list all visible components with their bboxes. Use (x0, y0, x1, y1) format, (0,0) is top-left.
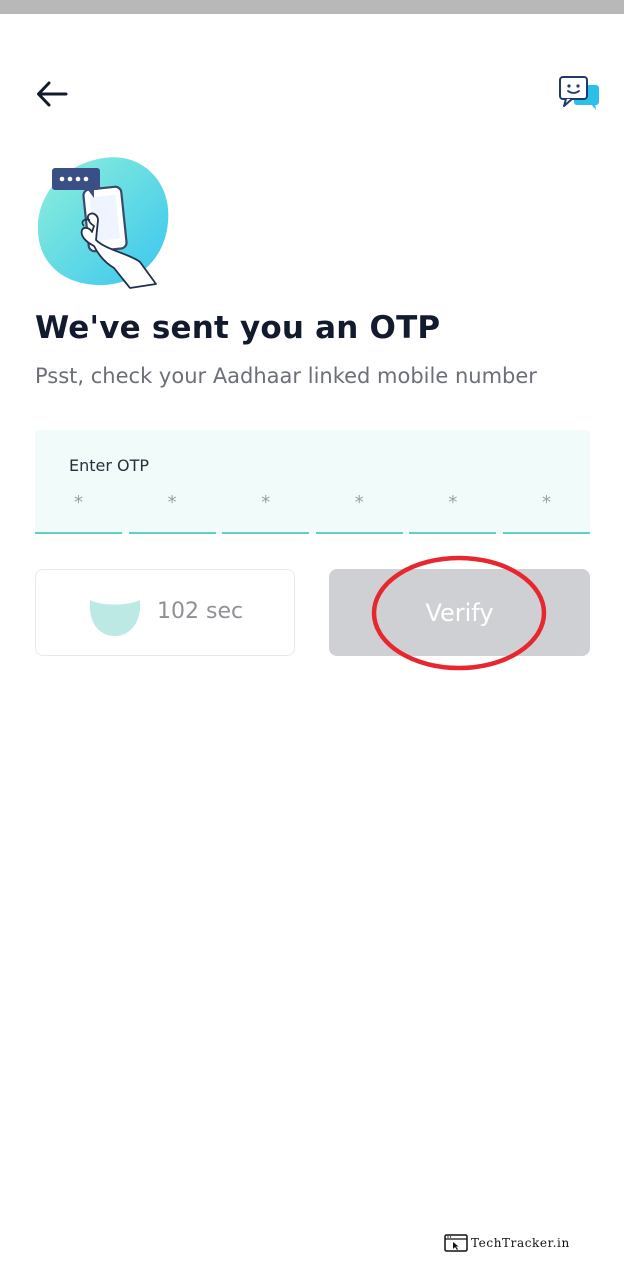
resend-timer: 102 sec (35, 569, 295, 656)
watermark-text: TechTracker.in (471, 1236, 570, 1250)
timer-countdown: 102 sec (157, 599, 244, 624)
otp-label: Enter OTP (69, 456, 150, 475)
otp-digit-5[interactable]: * (409, 488, 497, 534)
otp-digit-1[interactable]: * (35, 488, 122, 534)
otp-digits: * * * * * * (35, 488, 590, 534)
otp-digit-4[interactable]: * (315, 488, 403, 534)
arrow-left-icon (37, 81, 68, 107)
page-title: We've sent you an OTP (35, 310, 441, 346)
timer-progress-icon (89, 600, 141, 636)
browser-cursor-icon (444, 1234, 468, 1252)
status-bar (0, 0, 624, 14)
otp-digit-2[interactable]: * (128, 488, 216, 534)
otp-input-group[interactable]: Enter OTP * * * * * * (35, 430, 590, 534)
chat-support-button[interactable] (554, 72, 606, 116)
phone-otp-illustration (37, 157, 169, 289)
watermark: TechTracker.in (444, 1234, 570, 1252)
chat-support-icon (559, 76, 599, 110)
back-button[interactable] (30, 72, 74, 116)
otp-digit-6[interactable]: * (502, 488, 590, 534)
red-circle-annotation (371, 555, 547, 671)
otp-digit-3[interactable]: * (222, 488, 310, 534)
page-subtitle: Psst, check your Aadhaar linked mobile n… (35, 364, 537, 388)
